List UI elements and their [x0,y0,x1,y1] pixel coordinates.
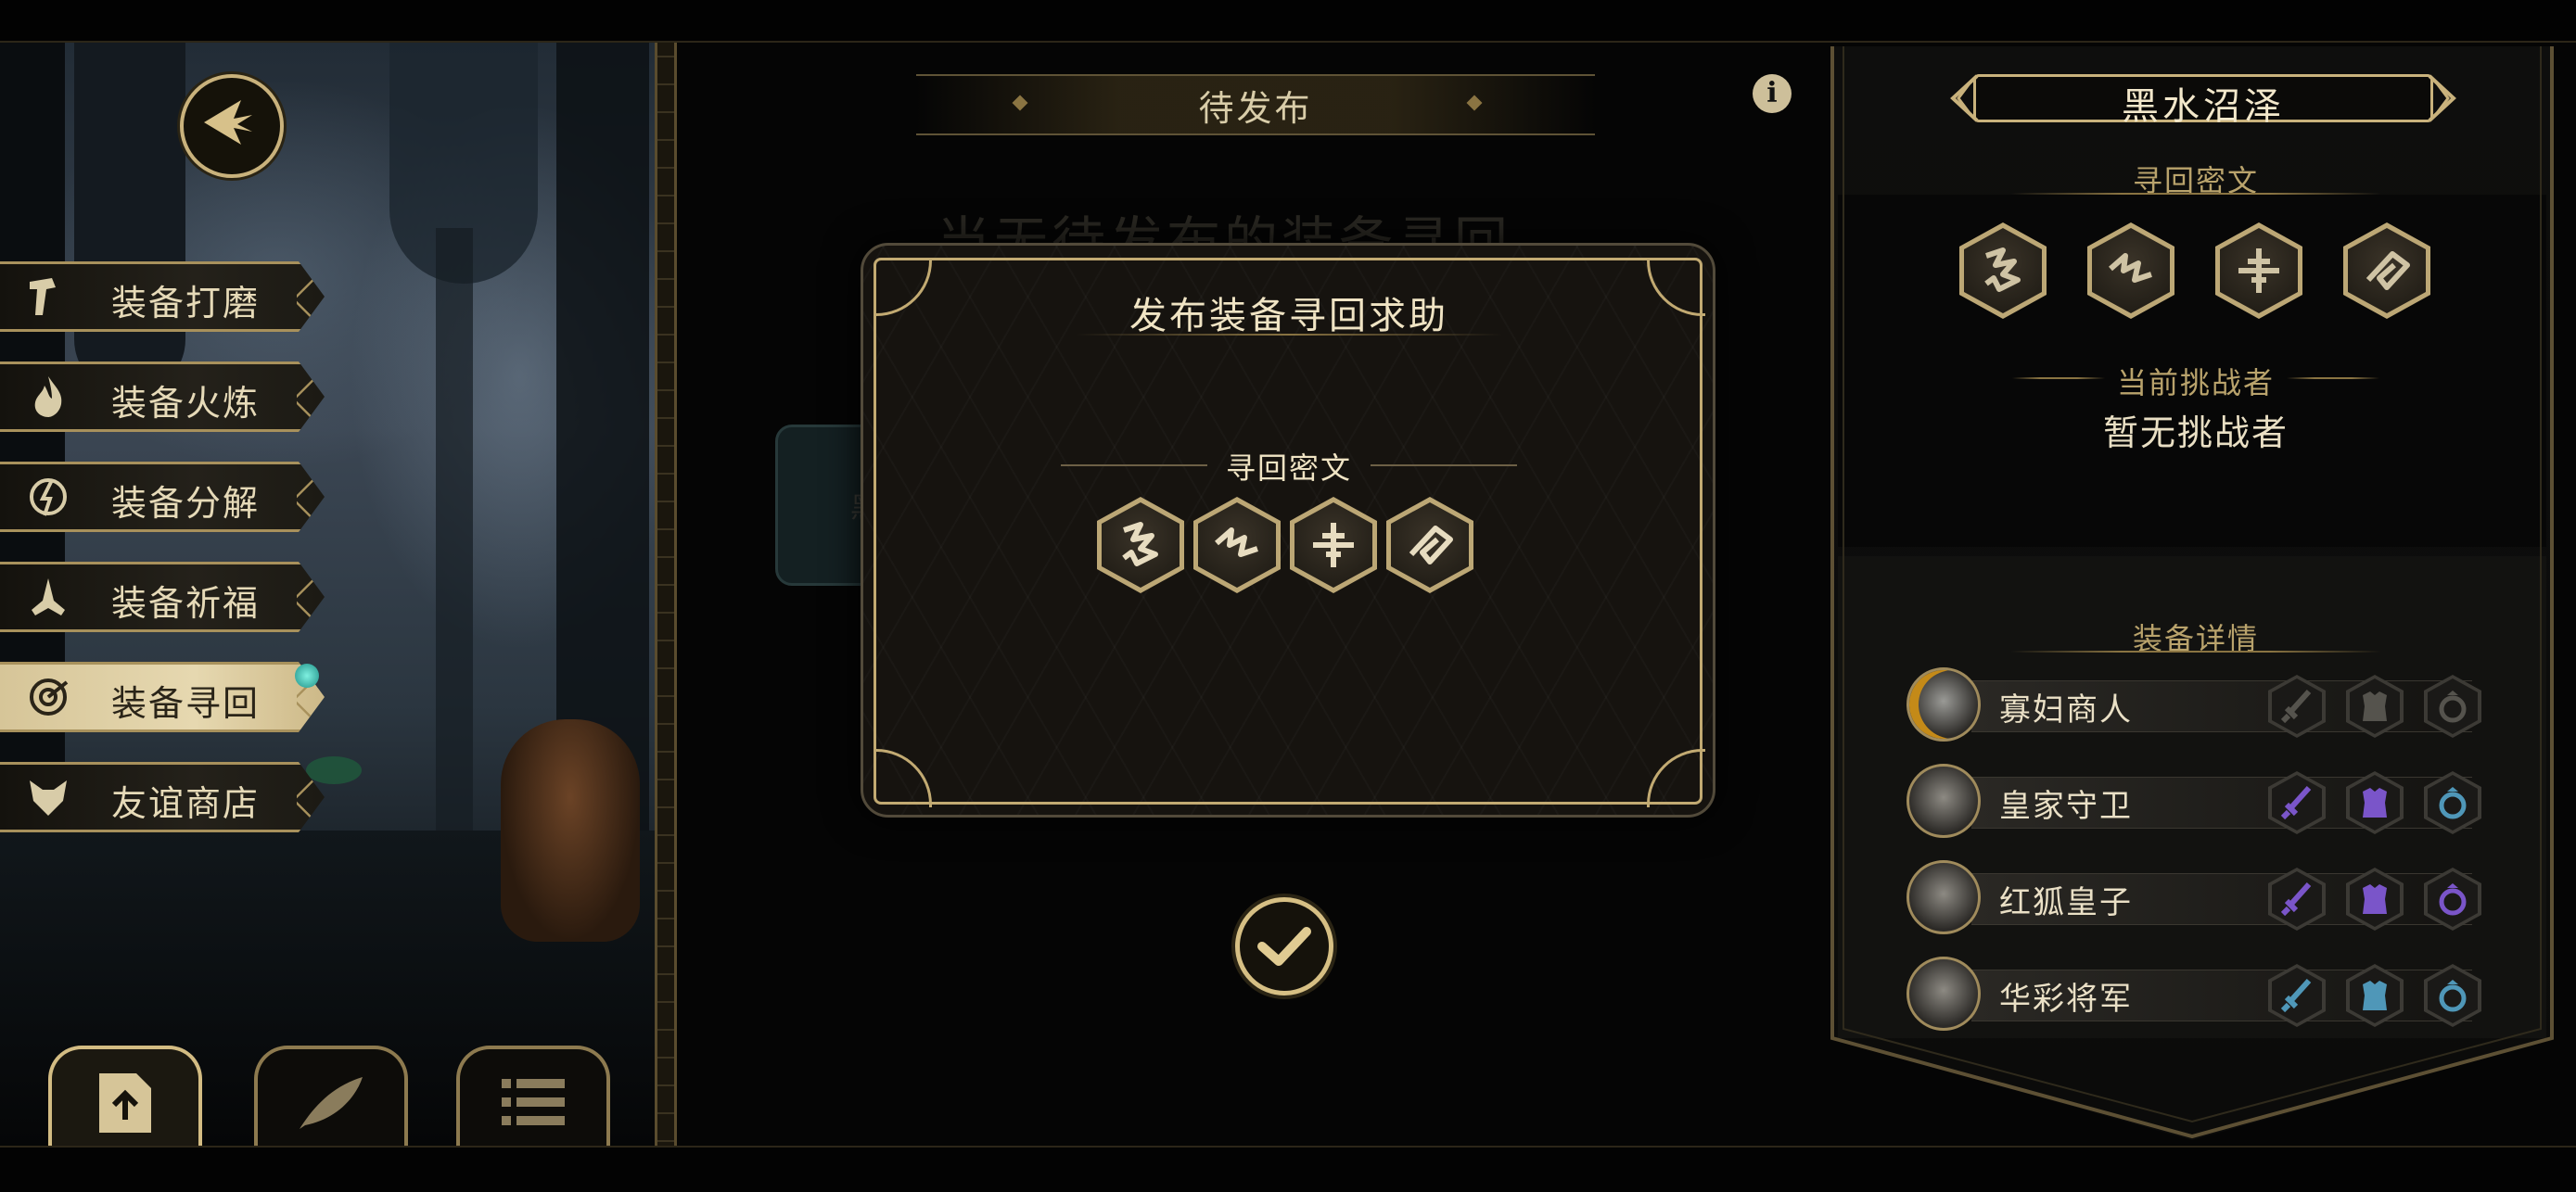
disassemble-icon [30,478,67,516]
divider [2010,193,2381,195]
ring-icon [2439,883,2467,916]
tab-feather[interactable] [254,1046,408,1146]
menu-item-label: 装备火炼 [111,383,261,424]
armor-icon [2363,884,2387,914]
menu-item-polish[interactable]: 装备打磨 [0,261,325,332]
rune-1-icon [1122,522,1158,566]
page-title: 待发布 [1198,88,1313,129]
list-item[interactable]: 红狐皇子 [1906,860,2493,934]
rune-3-icon [1313,523,1354,567]
challenger-heading: 当前挑战者 [2116,365,2275,400]
flame-icon [34,376,62,417]
menu-item-bless[interactable]: 装备祈福 [0,562,325,632]
checkmark-icon [1257,927,1311,966]
tab-list[interactable] [456,1046,610,1146]
info-icon[interactable]: i [1753,74,1792,113]
list-item[interactable]: 皇家守卫 [1906,764,2493,838]
region-name: 黑水沼泽 [2122,85,2285,128]
divider [1061,464,1207,466]
menu-item-disassemble[interactable]: 装备分解 [0,462,325,532]
divider [1371,464,1517,466]
rune-4-icon [2366,251,2410,290]
cipher-subheading: 寻回密文 [1225,450,1352,486]
menu-item-label: 装备打磨 [111,283,261,323]
character-name: 华彩将军 [1999,981,2133,1018]
armor-icon [2363,788,2387,818]
character-name: 红狐皇子 [1999,884,2133,921]
beaver-character [501,719,640,942]
armor-icon [2363,981,2387,1010]
menu-item-label: 友谊商店 [111,783,261,824]
notification-badge-icon [295,664,319,688]
tab-publish[interactable] [48,1046,202,1146]
list-item[interactable]: 华彩将军 [1906,957,2493,1031]
list-icon [502,1079,565,1125]
back-arrow-icon [204,100,252,145]
rune-2-icon [2109,253,2152,283]
feather-icon [300,1077,363,1129]
menu-item-label: 装备分解 [111,483,261,524]
dialog-inner-frame [874,258,1702,805]
bottom-frame-bar [0,1146,2576,1192]
rune-3-icon [2238,248,2279,293]
armor-icon [2363,691,2387,721]
ring-icon [2439,691,2467,723]
ring-icon [2439,787,2467,819]
sword-icon [2281,786,2312,819]
dialog-title: 发布装备寻回求助 [1129,295,1448,337]
menu-item-label: 装备寻回 [111,683,261,724]
menu-item-friend-shop[interactable]: 友谊商店 [0,762,325,832]
avatar [1906,764,1981,838]
sword-icon [2281,690,2312,723]
rune-4-icon [1409,526,1453,564]
dialog-title-underline [1076,334,1502,336]
confirm-button[interactable] [1235,897,1333,995]
list-item[interactable]: 寡妇商人 [1906,667,2493,742]
fox-icon [30,780,67,816]
praying-hands-icon [32,578,65,615]
challenger-value: 暂无挑战者 [2102,412,2289,453]
target-icon [30,678,69,716]
divider [2287,377,2379,379]
rune-2-icon [1215,527,1258,557]
scene-divider [655,43,677,1146]
upload-document-icon [99,1073,151,1133]
ring-icon [2439,980,2467,1012]
avatar [1906,860,1981,934]
hammer-icon [30,278,56,315]
avatar [1906,957,1981,1031]
menu-item-retrieve[interactable]: 装备寻回 [0,662,325,732]
back-button[interactable] [180,74,284,178]
menu-item-label: 装备祈福 [111,583,261,624]
avatar [1906,667,1981,742]
character-name: 寡妇商人 [1999,691,2133,729]
rune-1-icon [1984,247,2021,292]
divider [2010,651,2381,653]
character-name: 皇家守卫 [1999,788,2133,825]
sword-icon [2281,882,2312,916]
sword-icon [2281,979,2312,1012]
top-frame-bar [0,0,2576,43]
menu-item-fire-refine[interactable]: 装备火炼 [0,361,325,432]
